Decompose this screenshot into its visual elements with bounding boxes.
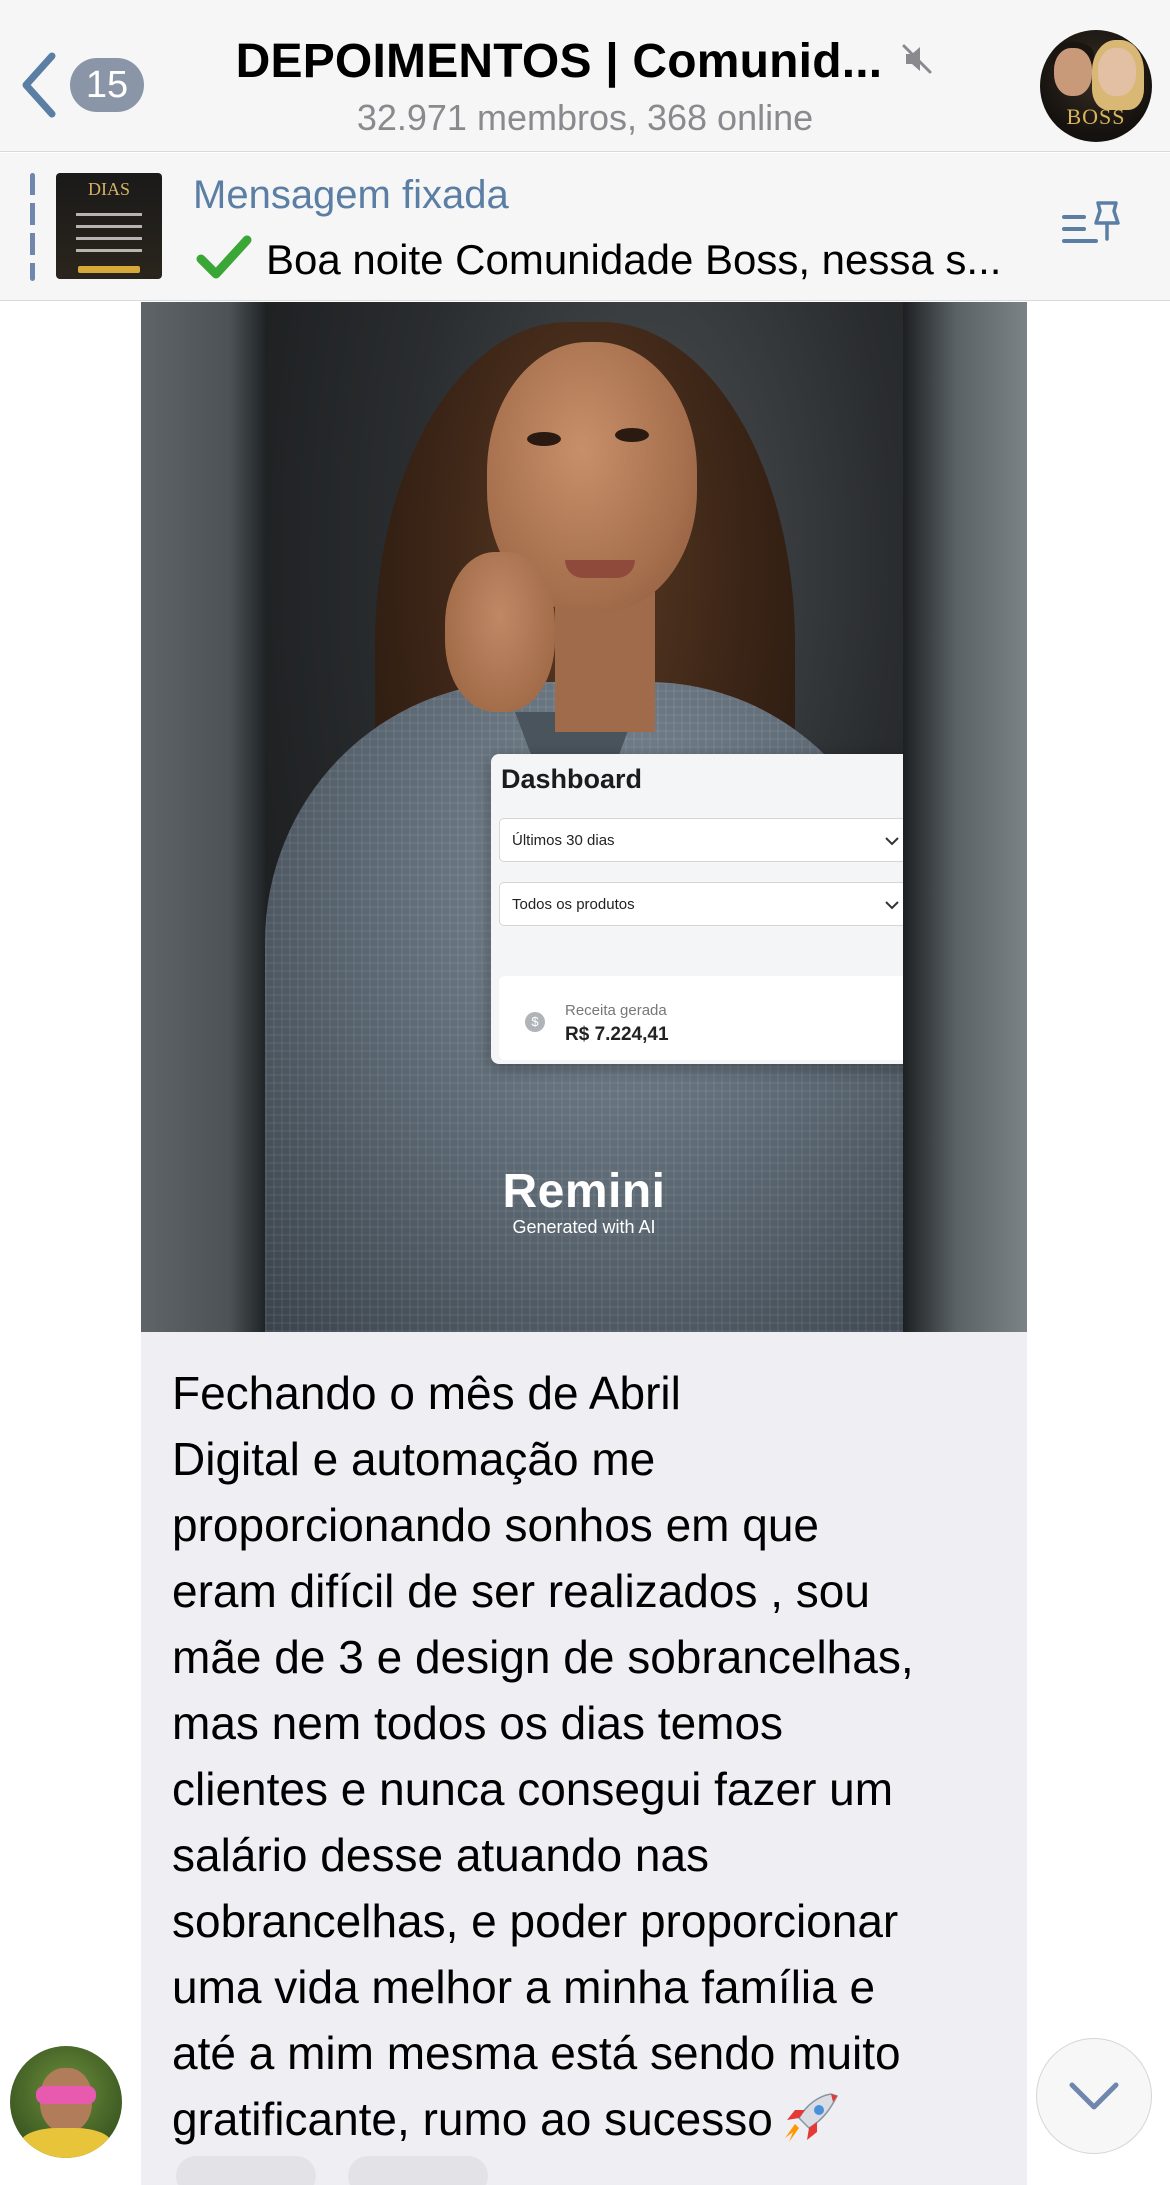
message-body: Fechando o mês de Abril Digital e automa… (172, 1367, 914, 2145)
watermark-main: Remini (502, 1165, 666, 1218)
revenue-label: Receita gerada (565, 1002, 667, 1019)
rocket-icon (779, 2088, 843, 2157)
dashboard-card: Dashboard Últimos 30 dias Todos os produ… (491, 754, 903, 1064)
remini-watermark: Remini Generated with AI (265, 1164, 903, 1238)
sender-avatar[interactable] (10, 2046, 122, 2158)
muted-icon (900, 42, 934, 81)
reaction-chip[interactable] (176, 2156, 316, 2185)
period-select: Últimos 30 dias (499, 818, 903, 862)
chevron-left-icon (22, 52, 56, 118)
pinned-text: Boa noite Comunidade Boss, nessa s... (266, 235, 1002, 283)
pinned-list-icon[interactable] (1060, 197, 1126, 257)
revenue-panel: $ Receita gerada R$ 7.224,41 (499, 976, 903, 1060)
revenue-value: R$ 7.224,41 (565, 1024, 669, 1045)
chat-member-count: 32.971 membros, 368 online (356, 97, 814, 138)
message-photo[interactable]: Dashboard Últimos 30 dias Todos os produ… (141, 302, 1027, 1332)
chevron-down-icon (885, 901, 899, 910)
unread-count-badge: 15 (70, 58, 144, 112)
dashboard-title: Dashboard (501, 764, 643, 794)
message-bubble[interactable]: Dashboard Últimos 30 dias Todos os produ… (141, 302, 1027, 2185)
message-text: Fechando o mês de Abril Digital e automa… (172, 1360, 1012, 2157)
chat-header: 15 DEPOIMENTOS | Comunid... 32.971 membr… (0, 0, 1170, 152)
pinned-indicator (30, 173, 35, 281)
group-avatar[interactable]: BOSS (1040, 30, 1152, 142)
pinned-label: Mensagem fixada (193, 173, 509, 217)
reaction-chip[interactable] (348, 2156, 488, 2185)
group-avatar-logo-text: BOSS (1066, 104, 1126, 129)
check-mark-icon (196, 233, 252, 286)
watermark-sub: Generated with AI (512, 1217, 656, 1237)
pinned-thumbnail: DIAS (56, 173, 162, 279)
back-button[interactable]: 15 (18, 50, 158, 120)
pinned-message-bar[interactable]: DIAS Mensagem fixada Boa noite Comunidad… (0, 153, 1170, 301)
chat-title: DEPOIMENTOS | Comunid... (235, 35, 883, 88)
chevron-down-icon (885, 837, 899, 846)
photo-hand (445, 552, 555, 712)
scroll-to-bottom-button[interactable] (1036, 2038, 1152, 2154)
chevron-down-icon (1069, 2082, 1119, 2110)
chat-title-area[interactable]: DEPOIMENTOS | Comunid... 32.971 membros,… (190, 34, 980, 139)
products-select: Todos os produtos (499, 882, 903, 926)
dollar-coin-icon: $ (525, 1012, 545, 1032)
